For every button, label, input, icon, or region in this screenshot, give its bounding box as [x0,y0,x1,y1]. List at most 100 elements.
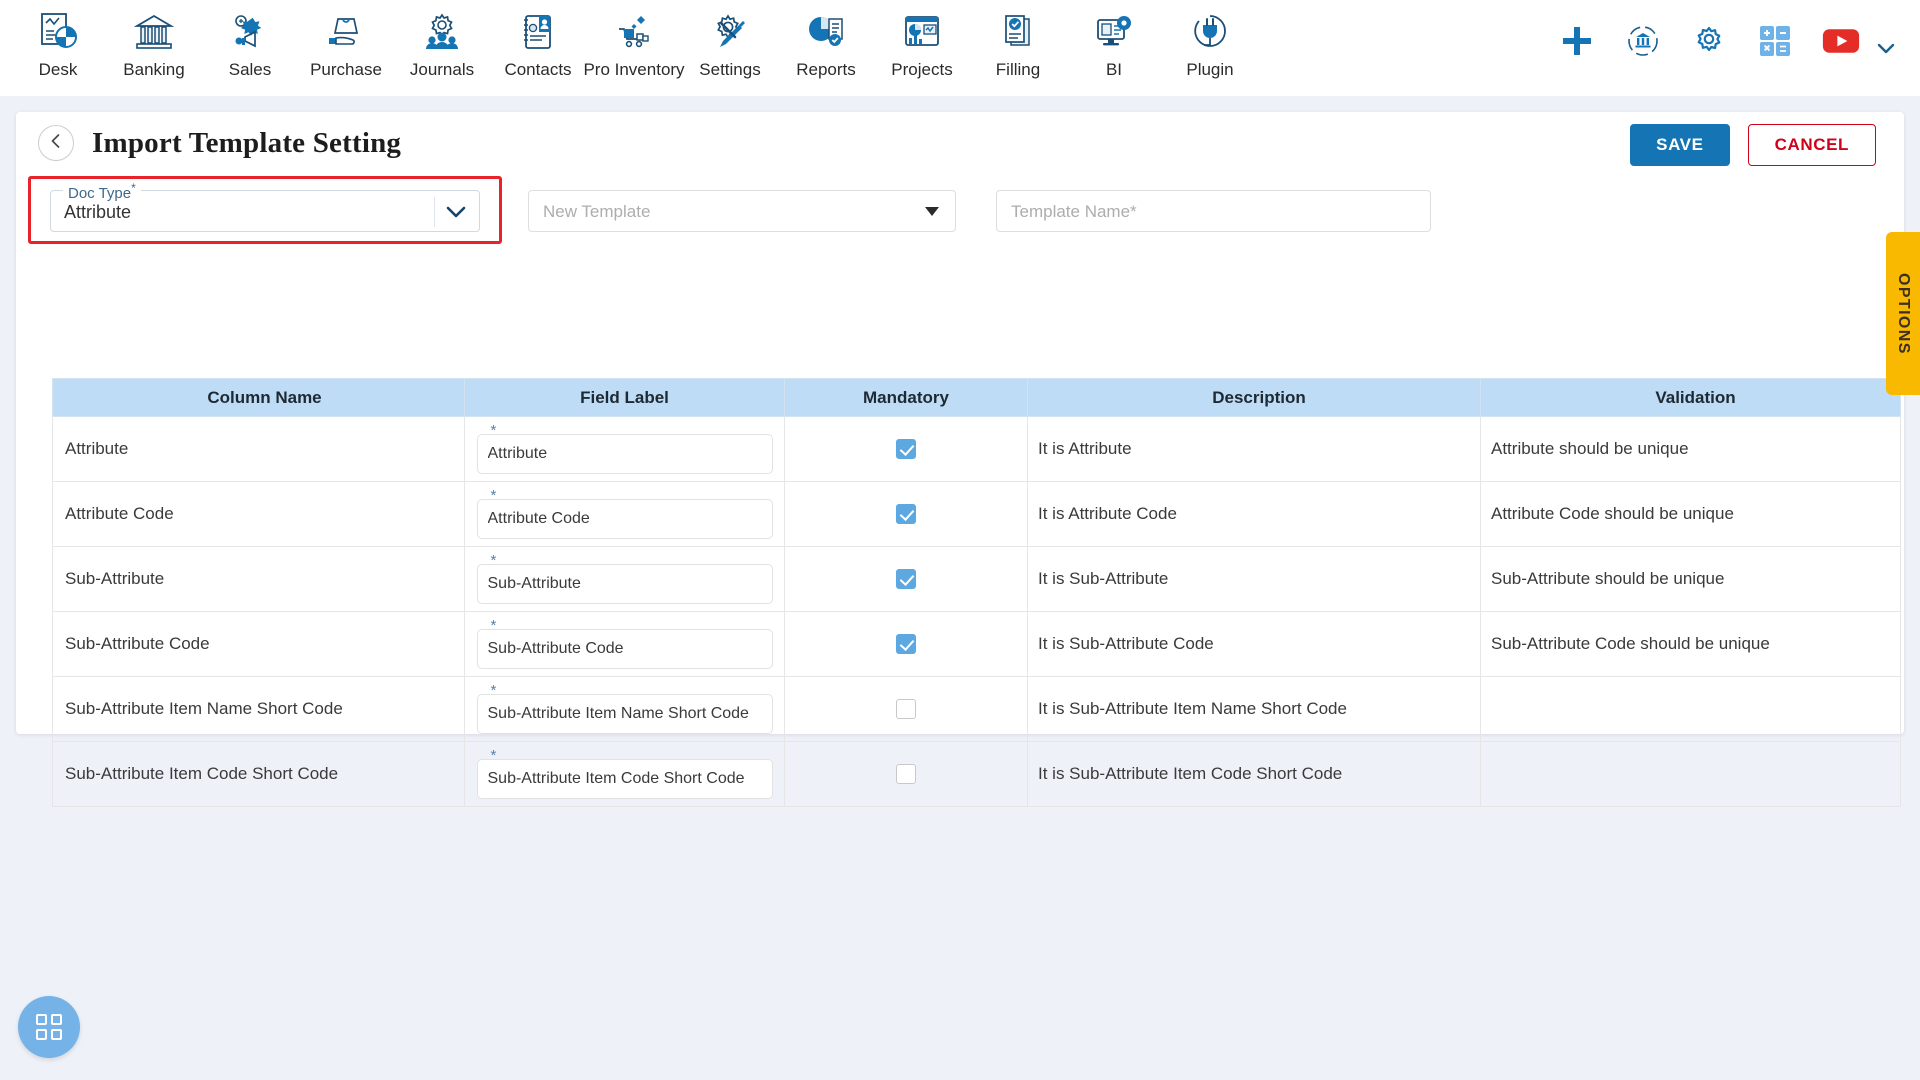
cell-column-name: Sub-Attribute Item Name Short Code [52,676,465,742]
import-template-setting-card: Import Template Setting SAVE CANCEL Doc … [16,112,1904,807]
doc-type-divider [434,197,435,227]
nav-item-reports[interactable]: Reports [778,0,874,92]
journals-gear-people-icon [418,8,466,56]
cell-field-label: * [464,676,785,742]
nav-item-label: Plugin [1186,60,1234,79]
doc-type-select[interactable]: Doc Type* Attribute [50,181,480,232]
required-asterisk: * [490,422,497,439]
settings-gear-wrench-icon [706,8,754,56]
template-name-input[interactable]: Template Name* [996,190,1431,232]
chevron-down-icon[interactable] [1870,32,1902,64]
nav-item-settings[interactable]: Settings [682,0,778,92]
calculator-icon[interactable] [1756,22,1794,60]
settings-gear-icon[interactable] [1690,22,1728,60]
nav-item-journals[interactable]: Journals [394,0,490,92]
nav-item-contacts[interactable]: Contacts [490,0,586,92]
nav-item-pro-inventory[interactable]: Pro Inventory [583,0,685,92]
save-button[interactable]: SAVE [1630,124,1730,166]
table-row: Sub-Attribute * It is Sub-AttributeSub-Att… [52,546,1901,612]
nav-item-plugin[interactable]: Plugin [1162,0,1258,92]
nav-item-label: Settings [699,60,761,79]
youtube-icon[interactable] [1822,22,1860,60]
cell-mandatory [784,676,1028,742]
purchase-bag-hand-icon [322,8,370,56]
nav-item-label: Reports [796,60,856,79]
header-validation: Validation [1480,378,1901,417]
cell-column-name: Sub-Attribute Item Code Short Code [52,741,465,807]
cell-column-name: Attribute [52,416,465,482]
required-asterisk: * [490,487,497,504]
nav-item-bi[interactable]: BI [1066,0,1162,92]
nav-item-filling[interactable]: Filling [970,0,1066,92]
cell-mandatory [784,416,1028,482]
mandatory-checkbox[interactable] [896,699,916,720]
desk-chart-icon [34,8,82,56]
template-select-placeholder: New Template [543,202,651,221]
mandatory-checkbox[interactable] [896,634,916,655]
required-asterisk: * [490,747,497,764]
cell-column-name: Sub-Attribute [52,546,465,612]
nav-item-label: Filling [995,60,1041,79]
triangle-down-icon[interactable] [925,207,939,216]
field-label-input[interactable] [476,759,773,799]
cell-mandatory [784,611,1028,677]
field-label-input[interactable] [476,499,773,539]
top-nav-right-icons [1558,22,1860,60]
nav-item-label: Sales [228,60,272,79]
cell-description: It is Sub-Attribute Code [1027,611,1481,677]
cell-field-label: * [464,741,785,807]
nav-item-banking[interactable]: Banking [106,0,202,92]
bank-sync-icon[interactable] [1624,22,1662,60]
header-column-name: Column Name [52,378,465,417]
form-row: Doc Type* Attribute New Template Templat… [16,174,1904,248]
page-title: Import Template Setting [92,126,402,159]
chevron-left-icon [47,132,65,155]
nav-item-projects[interactable]: Projects [874,0,970,92]
header-mandatory: Mandatory [784,378,1028,417]
options-side-tab[interactable]: OPTIONS [1886,232,1920,395]
grid-apps-icon [36,1014,62,1040]
nav-item-label: Pro Inventory [583,60,685,79]
sales-megaphone-icon [226,8,274,56]
field-label-input[interactable] [476,564,773,604]
header-field-label: Field Label [464,378,785,417]
required-asterisk: * [490,682,497,699]
cell-field-label: * [464,546,785,612]
field-label-input[interactable] [476,434,773,474]
cell-field-label: * [464,416,785,482]
table-row: Attribute Code * It is Attribute CodeAttri… [52,481,1901,547]
table-body: Attribute * It is AttributeAttribute shoul… [52,416,1901,807]
add-plus-icon[interactable] [1558,22,1596,60]
nav-item-label: Projects [891,60,953,79]
field-label-input[interactable] [476,694,773,734]
mandatory-checkbox[interactable] [896,504,916,525]
nav-item-label: Contacts [504,60,572,79]
mandatory-checkbox[interactable] [896,764,916,785]
cell-description: It is Attribute Code [1027,481,1481,547]
field-label-input[interactable] [476,629,773,669]
nav-item-label: Desk [38,60,78,79]
table-row: Sub-Attribute Code * It is Sub-Attribute C… [52,611,1901,677]
cell-description: It is Attribute [1027,416,1481,482]
cell-mandatory [784,546,1028,612]
cancel-button[interactable]: CANCEL [1747,124,1876,166]
cell-field-label: * [464,481,785,547]
cell-description: It is Sub-Attribute Item Name Short Code [1027,676,1481,742]
plugin-plug-icon [1186,8,1234,56]
table-header-row: Column Name Field Label Mandatory Descri… [52,378,1901,417]
back-button[interactable] [38,125,74,161]
chevron-down-icon[interactable] [443,199,469,225]
mandatory-checkbox[interactable] [896,569,916,590]
cell-validation: Attribute Code should be unique [1480,481,1901,547]
cell-validation: Sub-Attribute Code should be unique [1480,611,1901,677]
mandatory-checkbox[interactable] [896,439,916,460]
apps-launcher-button[interactable] [18,996,80,1058]
cell-field-label: * [464,611,785,677]
reports-pie-doc-icon [802,8,850,56]
template-select[interactable]: New Template [528,190,956,232]
cell-description: It is Sub-Attribute Item Code Short Code [1027,741,1481,807]
nav-item-desk[interactable]: Desk [10,0,106,92]
nav-item-sales[interactable]: Sales [202,0,298,92]
nav-item-purchase[interactable]: Purchase [298,0,394,92]
header-actions: SAVE CANCEL [1630,124,1876,166]
